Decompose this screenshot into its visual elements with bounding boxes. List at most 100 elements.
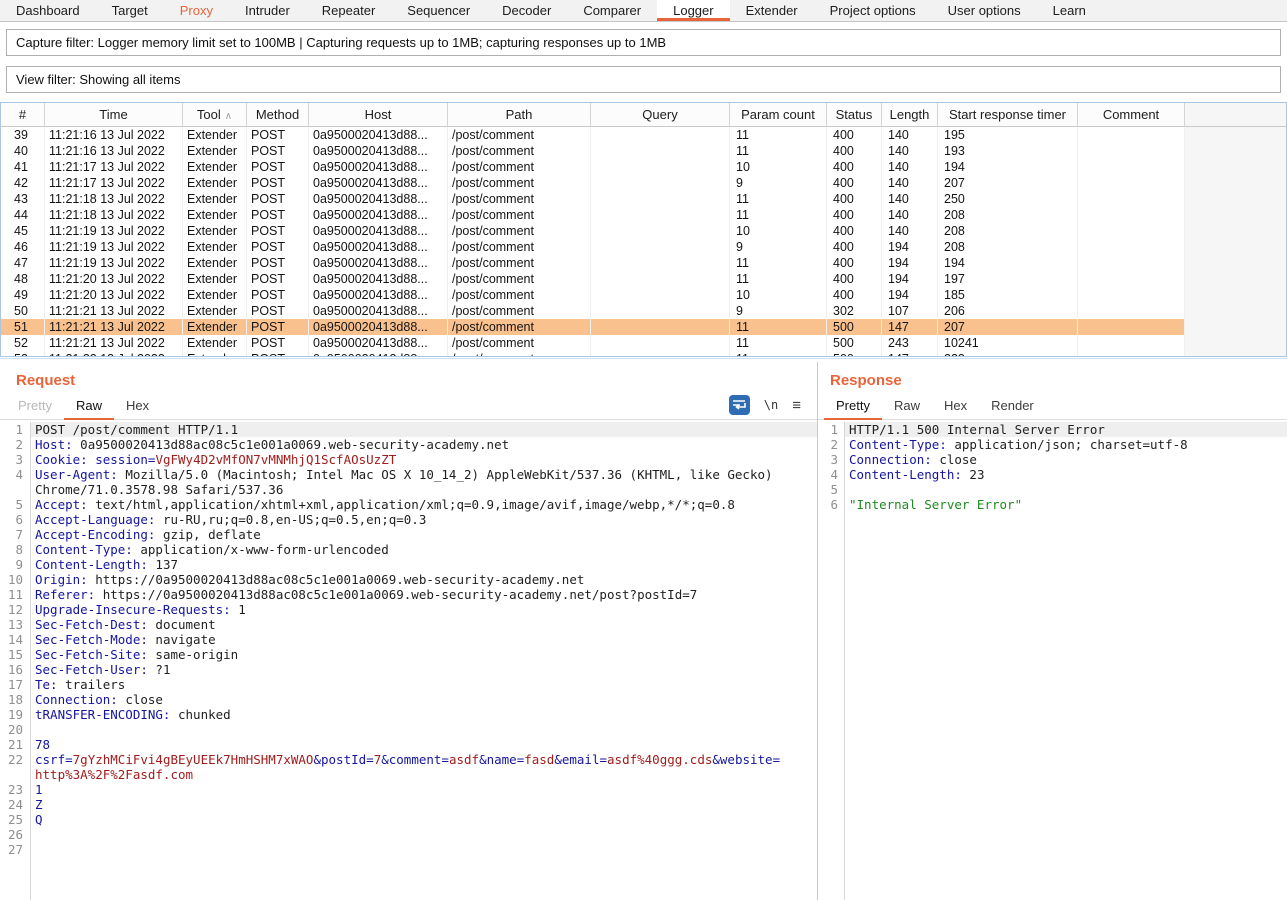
syntax-token: Q xyxy=(35,812,43,827)
editor-menu-button[interactable]: ≡ xyxy=(792,398,801,413)
menu-tab-target[interactable]: Target xyxy=(96,0,164,21)
line-content: Sec-Fetch-Site: same-origin xyxy=(30,647,817,662)
menu-tab-project-options[interactable]: Project options xyxy=(814,0,932,21)
line-content: HTTP/1.1 500 Internal Server Error xyxy=(844,422,1287,437)
header-cell-path[interactable]: Path xyxy=(448,103,591,127)
horizontal-splitter[interactable] xyxy=(0,358,1287,359)
response-tab-pretty[interactable]: Pretty xyxy=(824,394,882,420)
editor-line: 22csrf=7gYzhMCiFvi4gBEyUEEk7HmHSHM7xWAO&… xyxy=(0,752,817,767)
line-number: 15 xyxy=(0,647,30,662)
line-content: 78 xyxy=(30,737,817,752)
request-editor[interactable]: 1POST /post/comment HTTP/1.12Host: 0a950… xyxy=(0,422,817,900)
table-row-52[interactable]: 5211:21:21 13 Jul 2022ExtenderPOST0a9500… xyxy=(1,335,1286,351)
response-editor[interactable]: 1HTTP/1.1 500 Internal Server Error2Cont… xyxy=(818,422,1287,900)
table-row-45[interactable]: 4511:21:19 13 Jul 2022ExtenderPOST0a9500… xyxy=(1,223,1286,239)
header-cell-length[interactable]: Length xyxy=(882,103,938,127)
syntax-token: Content-Type: xyxy=(849,437,947,452)
syntax-token: asdf xyxy=(449,752,479,767)
menu-tab-sequencer[interactable]: Sequencer xyxy=(391,0,486,21)
line-content: http%3A%2F%2Fasdf.com xyxy=(30,767,817,782)
line-number: 6 xyxy=(818,497,844,512)
menu-tab-repeater[interactable]: Repeater xyxy=(306,0,391,21)
response-tab-hex[interactable]: Hex xyxy=(932,394,979,420)
syntax-token: ru-RU,ru;q=0.8,en-US;q=0.5,en;q=0.3 xyxy=(155,512,426,527)
header-cell-time[interactable]: Time xyxy=(45,103,183,127)
main-menu-bar: DashboardTargetProxyIntruderRepeaterSequ… xyxy=(0,0,1287,22)
cell xyxy=(591,175,730,191)
cell: 223 xyxy=(938,351,1078,357)
header-label: Param count xyxy=(741,107,815,122)
header-cell-param-count[interactable]: Param count xyxy=(730,103,827,127)
cell: 206 xyxy=(938,303,1078,319)
line-content: Sec-Fetch-Mode: navigate xyxy=(30,632,817,647)
cell: 500 xyxy=(827,319,882,335)
cell xyxy=(591,207,730,223)
header-cell-comment[interactable]: Comment xyxy=(1078,103,1185,127)
request-tab-pretty[interactable]: Pretty xyxy=(6,394,64,420)
header-cell-tool[interactable]: Tool∧ xyxy=(183,103,247,127)
header-cell-method[interactable]: Method xyxy=(247,103,309,127)
header-label: Method xyxy=(256,107,299,122)
cell: 0a9500020413d88... xyxy=(309,207,448,223)
menu-tab-learn[interactable]: Learn xyxy=(1037,0,1102,21)
cell: 11:21:19 13 Jul 2022 xyxy=(45,223,183,239)
line-number: 7 xyxy=(0,527,30,542)
view-filter-bar[interactable]: View filter: Showing all items xyxy=(6,66,1281,93)
response-tab-render[interactable]: Render xyxy=(979,394,1046,420)
request-tab-hex[interactable]: Hex xyxy=(114,394,161,420)
cell: 39 xyxy=(1,127,45,143)
table-row-41[interactable]: 4111:21:17 13 Jul 2022ExtenderPOST0a9500… xyxy=(1,159,1286,175)
header-cell-num[interactable]: # xyxy=(1,103,45,127)
table-row-39[interactable]: 3911:21:16 13 Jul 2022ExtenderPOST0a9500… xyxy=(1,127,1286,143)
header-cell-host[interactable]: Host xyxy=(309,103,448,127)
editor-line: 3Cookie: session=VgFWy4D2vMfON7vMNMhjQ1S… xyxy=(0,452,817,467)
table-row-46[interactable]: 4611:21:19 13 Jul 2022ExtenderPOST0a9500… xyxy=(1,239,1286,255)
table-row-53[interactable]: 5311:21:22 13 Jul 2022ExtenderPOST0a9500… xyxy=(1,351,1286,357)
request-tab-raw[interactable]: Raw xyxy=(64,394,114,420)
syntax-token: session= xyxy=(95,452,155,467)
cell: 147 xyxy=(882,351,938,357)
line-number: 21 xyxy=(0,737,30,752)
soft-wrap-button[interactable] xyxy=(729,395,750,415)
row-filler xyxy=(1185,207,1286,223)
menu-tab-extender[interactable]: Extender xyxy=(730,0,814,21)
capture-filter-bar[interactable]: Capture filter: Logger memory limit set … xyxy=(6,29,1281,56)
table-row-49[interactable]: 4911:21:20 13 Jul 2022ExtenderPOST0a9500… xyxy=(1,287,1286,303)
menu-tab-dashboard[interactable]: Dashboard xyxy=(0,0,96,21)
header-cell-query[interactable]: Query xyxy=(591,103,730,127)
line-number: 16 xyxy=(0,662,30,677)
syntax-token: &email= xyxy=(554,752,607,767)
syntax-token: Sec-Fetch-Mode: xyxy=(35,632,148,647)
header-cell-status[interactable]: Status xyxy=(827,103,882,127)
cell: 11:21:21 13 Jul 2022 xyxy=(45,303,183,319)
response-tab-raw[interactable]: Raw xyxy=(882,394,932,420)
newline-characters-button[interactable]: \n xyxy=(764,398,778,412)
cell: 0a9500020413d88... xyxy=(309,239,448,255)
header-cell-start-response-timer[interactable]: Start response timer xyxy=(938,103,1078,127)
menu-tab-proxy[interactable]: Proxy xyxy=(164,0,229,21)
line-content: Q xyxy=(30,812,817,827)
menu-tab-user-options[interactable]: User options xyxy=(932,0,1037,21)
table-row-50[interactable]: 5011:21:21 13 Jul 2022ExtenderPOST0a9500… xyxy=(1,303,1286,319)
table-row-40[interactable]: 4011:21:16 13 Jul 2022ExtenderPOST0a9500… xyxy=(1,143,1286,159)
syntax-token: csrf= xyxy=(35,752,73,767)
gutter-divider xyxy=(30,422,31,900)
syntax-token: "Internal Server Error" xyxy=(849,497,1022,512)
menu-tab-logger[interactable]: Logger xyxy=(657,0,729,21)
syntax-token: Sec-Fetch-User: xyxy=(35,662,148,677)
table-row-43[interactable]: 4311:21:18 13 Jul 2022ExtenderPOST0a9500… xyxy=(1,191,1286,207)
cell: 140 xyxy=(882,127,938,143)
table-row-47[interactable]: 4711:21:19 13 Jul 2022ExtenderPOST0a9500… xyxy=(1,255,1286,271)
table-row-51[interactable]: 5111:21:21 13 Jul 2022ExtenderPOST0a9500… xyxy=(1,319,1286,335)
line-content: Origin: https://0a9500020413d88ac08c5c1e… xyxy=(30,572,817,587)
line-content: Accept-Encoding: gzip, deflate xyxy=(30,527,817,542)
cell: Extender xyxy=(183,319,247,335)
menu-tab-decoder[interactable]: Decoder xyxy=(486,0,567,21)
table-row-44[interactable]: 4411:21:18 13 Jul 2022ExtenderPOST0a9500… xyxy=(1,207,1286,223)
table-row-48[interactable]: 4811:21:20 13 Jul 2022ExtenderPOST0a9500… xyxy=(1,271,1286,287)
editor-line: 20 xyxy=(0,722,817,737)
cell: Extender xyxy=(183,239,247,255)
menu-tab-comparer[interactable]: Comparer xyxy=(567,0,657,21)
table-row-42[interactable]: 4211:21:17 13 Jul 2022ExtenderPOST0a9500… xyxy=(1,175,1286,191)
menu-tab-intruder[interactable]: Intruder xyxy=(229,0,306,21)
